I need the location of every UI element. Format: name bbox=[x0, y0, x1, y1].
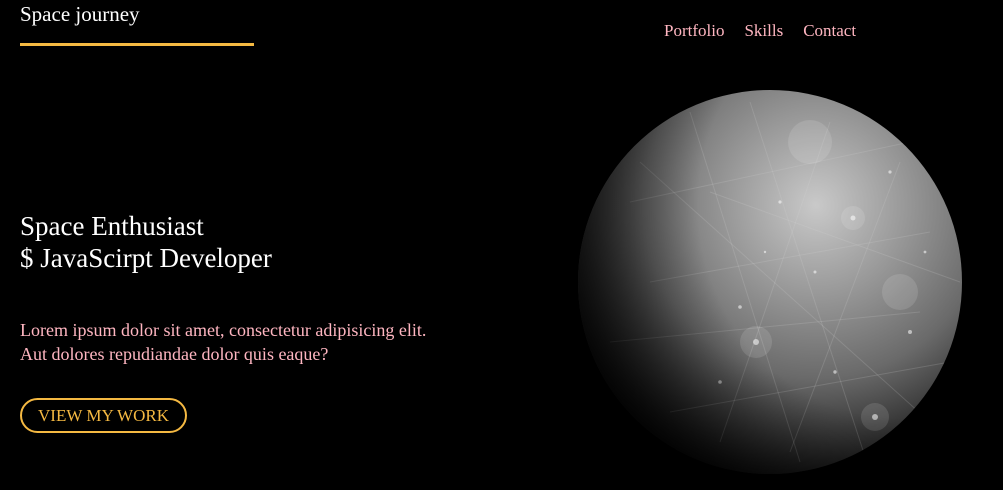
main-nav: Portfolio Skills Contact bbox=[664, 21, 856, 41]
hero-description-line-2: Aut dolores repudiandae dolor quis eaque… bbox=[20, 344, 329, 364]
hero-description-line-1: Lorem ipsum dolor sit amet, consectetur … bbox=[20, 320, 427, 340]
hero-title-line-1: Space Enthusiast bbox=[20, 211, 204, 241]
nav-item-contact[interactable]: Contact bbox=[803, 21, 856, 41]
view-my-work-button[interactable]: VIEW MY WORK bbox=[20, 398, 187, 433]
planet-surface-texture bbox=[578, 90, 962, 474]
site-logo[interactable]: Space journey bbox=[20, 2, 140, 26]
hero-title-line-2: $ JavaScirpt Developer bbox=[20, 243, 272, 273]
page: Space journey Portfolio Skills Contact S… bbox=[0, 0, 1003, 490]
nav-item-skills[interactable]: Skills bbox=[744, 21, 783, 41]
nav-item-portfolio[interactable]: Portfolio bbox=[664, 21, 724, 41]
planet-image bbox=[578, 90, 962, 474]
hero-description: Lorem ipsum dolor sit amet, consectetur … bbox=[20, 318, 426, 366]
hero-title: Space Enthusiast $ JavaScirpt Developer bbox=[20, 210, 272, 274]
